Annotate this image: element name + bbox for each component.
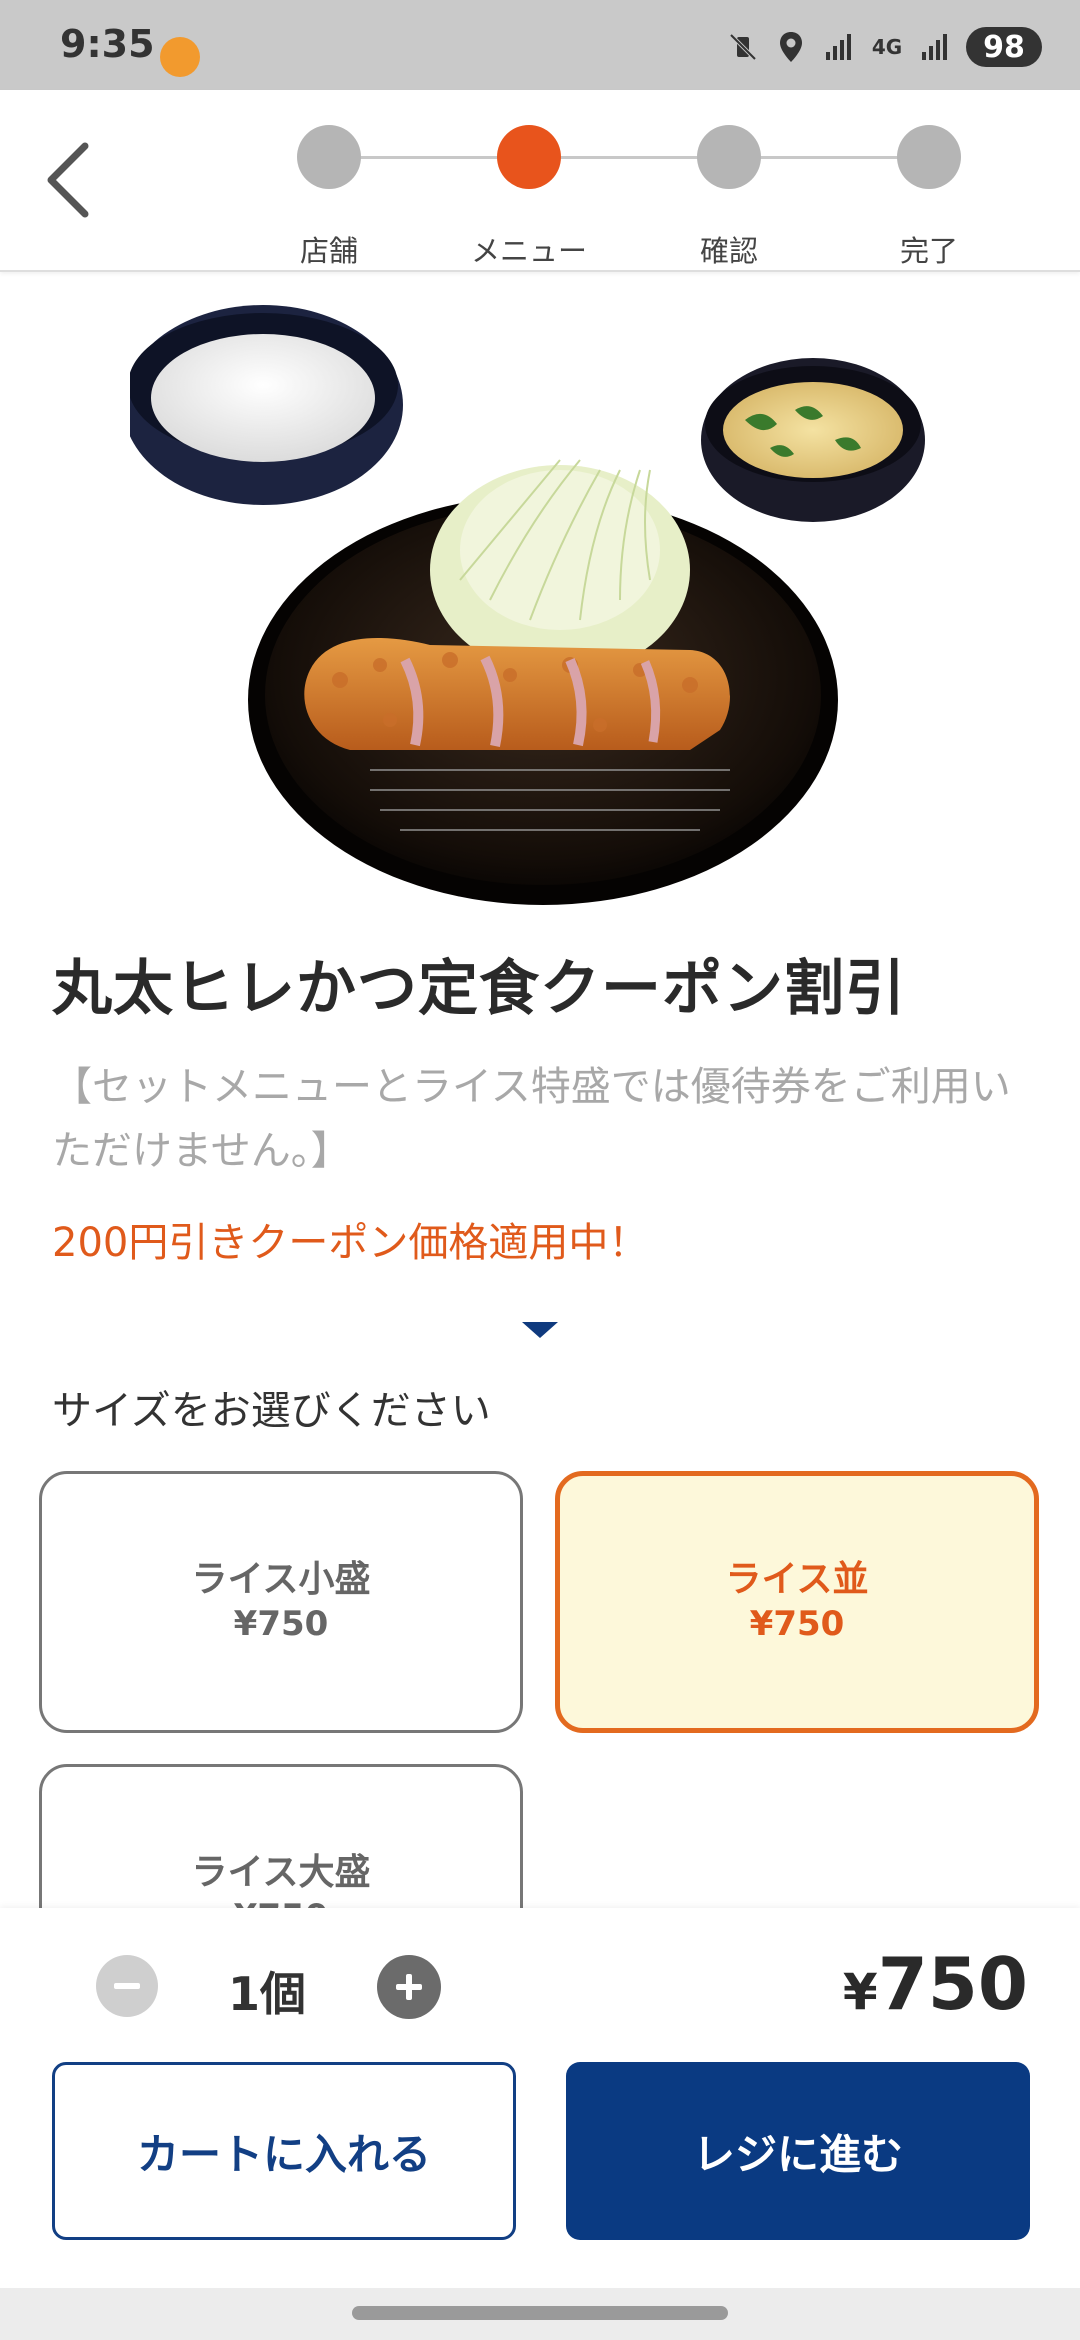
signal-icon-2 (918, 30, 952, 64)
status-time: 9:35 (60, 22, 155, 66)
plus-icon (396, 1974, 422, 2000)
step-complete-dot (897, 125, 961, 189)
4g-data-icon: 4G (871, 35, 903, 59)
mute-vibrate-icon (726, 30, 760, 64)
order-panel: 1個 ¥750 カートに入れる レジに進む (0, 1908, 1080, 2288)
size-prompt-label: サイズをお選びください (52, 1388, 491, 1434)
step-menu-dot (497, 125, 561, 189)
chevron-left-icon (47, 142, 89, 218)
size-option-name: ライス大盛 (191, 1852, 371, 1893)
coupon-applied-text: 200円引きクーポン価格適用中！ (52, 1220, 649, 1266)
size-option-price: ¥750 (749, 1604, 845, 1644)
step-store-label: 店舗 (299, 234, 358, 268)
location-icon (774, 30, 808, 64)
signal-icon (822, 30, 856, 64)
product-notice: 【セットメニューとライス特盛では優待券をご利用いただけません。】 (52, 1064, 1011, 1174)
system-navigation-bar (0, 2288, 1080, 2340)
back-button[interactable] (28, 135, 108, 225)
status-bar: 9:35 4G 98 (0, 0, 1080, 90)
size-option-name: ライス小盛 (191, 1559, 371, 1600)
size-option-rice-regular[interactable]: ライス並 ¥750 (555, 1471, 1039, 1733)
expand-arrow-icon[interactable] (522, 1322, 558, 1338)
quantity-value: 1個 (228, 1967, 307, 2021)
order-progress-header: 店舗 メニュー 確認 完了 (0, 90, 1080, 272)
step-confirm-label: 確認 (699, 234, 758, 268)
currency-symbol: ¥ (842, 1963, 878, 2021)
product-title: 丸太ヒレかつ定食クーポン割引 (52, 954, 906, 1024)
step-store-dot (297, 125, 361, 189)
step-connector (560, 156, 702, 159)
size-option-name: ライス並 (725, 1559, 869, 1600)
step-menu-label: メニュー (470, 234, 587, 268)
step-complete-label: 完了 (899, 234, 958, 268)
home-gesture-handle[interactable] (352, 2306, 728, 2320)
increase-quantity-button[interactable] (377, 1955, 441, 2019)
status-icons: 4G 98 (726, 27, 1042, 67)
product-image (130, 305, 925, 905)
checkout-button[interactable]: レジに進む (566, 2062, 1030, 2240)
decrease-quantity-button[interactable] (96, 1955, 158, 2017)
step-confirm-dot (697, 125, 761, 189)
step-connector (760, 156, 902, 159)
size-option-price: ¥750 (233, 1604, 329, 1644)
app-notification-icon (160, 37, 200, 77)
minus-icon (114, 1983, 140, 1989)
battery-icon: 98 (966, 27, 1042, 67)
total-price: ¥750 (843, 1942, 1028, 2026)
total-amount: 750 (877, 1942, 1028, 2026)
step-connector (360, 156, 502, 159)
add-to-cart-button[interactable]: カートに入れる (52, 2062, 516, 2240)
size-option-rice-small[interactable]: ライス小盛 ¥750 (39, 1471, 523, 1733)
